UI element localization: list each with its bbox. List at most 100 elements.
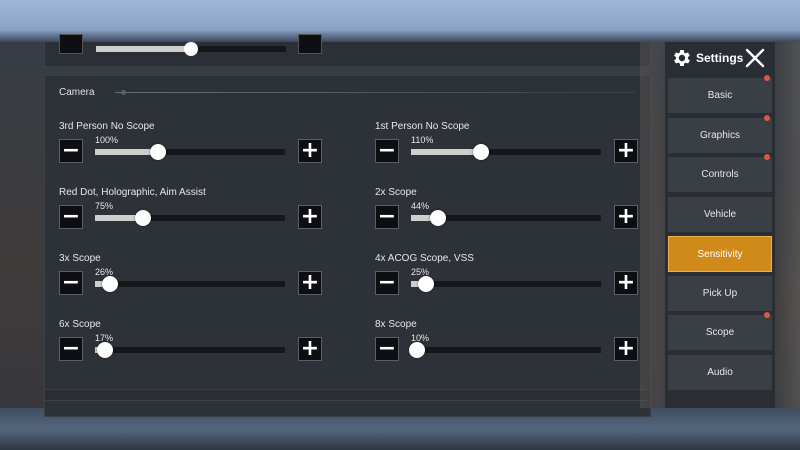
sidebar-item-label: Pick Up — [702, 287, 738, 299]
decrease-button[interactable]: − — [375, 337, 399, 361]
sensitivity-setting: 3rd Person No Scope − 100% + — [59, 121, 325, 177]
setting-label: 4x ACOG Scope, VSS — [375, 253, 474, 264]
sidebar-item-label: Sensitivity — [697, 248, 743, 260]
slider-track[interactable] — [408, 342, 601, 358]
notification-dot — [764, 114, 770, 121]
decrease-button[interactable]: − — [59, 271, 83, 295]
decrease-button[interactable]: − — [375, 271, 399, 295]
increase-button[interactable]: + — [298, 271, 322, 295]
increase-button[interactable]: + — [614, 271, 638, 295]
slider-thumb[interactable] — [96, 342, 113, 358]
increase-button[interactable]: + — [614, 337, 638, 361]
sidebar-item-graphics[interactable]: Graphics — [668, 114, 772, 154]
previous-slider-track[interactable] — [96, 42, 286, 56]
previous-plus-button[interactable] — [298, 34, 322, 54]
setting-value: 100% — [95, 135, 119, 145]
section-divider — [115, 92, 635, 93]
sidebar-item-label: Controls — [701, 169, 739, 180]
minus-icon: − — [61, 336, 81, 361]
previous-minus-button[interactable] — [59, 34, 83, 54]
previous-slider-fill — [96, 46, 191, 52]
plus-icon: + — [616, 138, 636, 163]
sidebar-item-label: Basic — [707, 90, 733, 101]
previous-slider-thumb[interactable] — [184, 42, 198, 56]
setting-label: 3x Scope — [59, 253, 101, 264]
sidebar-item-label: Vehicle — [703, 208, 737, 220]
slider-track[interactable] — [95, 342, 285, 358]
settings-content-panel: Camera 3rd Person No Scope − 100% +1st Pers… — [0, 34, 665, 417]
setting-label: 3rd Person No Scope — [59, 121, 155, 132]
camera-section: Camera 3rd Person No Scope − 100% +1st Pers… — [44, 75, 651, 417]
minus-icon: − — [61, 270, 81, 295]
slider-track[interactable] — [411, 210, 601, 226]
sensitivity-setting: Red Dot, Holographic, Aim Assist − 75% + — [59, 187, 325, 243]
sidebar-item-label: Graphics — [699, 129, 740, 141]
slider-thumb[interactable] — [408, 342, 425, 358]
minus-icon: − — [377, 204, 397, 229]
decrease-button[interactable]: − — [375, 139, 399, 163]
plus-icon: + — [300, 204, 320, 229]
previous-setting-card — [44, 34, 651, 67]
close-icon[interactable] — [745, 48, 765, 68]
increase-button[interactable]: + — [298, 139, 322, 163]
decrease-button[interactable]: − — [59, 337, 83, 361]
slider-thumb[interactable] — [102, 276, 119, 292]
slider-thumb[interactable] — [418, 276, 435, 292]
sensitivity-setting: 3x Scope −26% + — [59, 253, 325, 309]
slider-track[interactable] — [95, 210, 285, 226]
slider-thumb[interactable] — [429, 210, 446, 226]
right-edge-background — [775, 42, 800, 408]
settings-title: Settings — [696, 51, 744, 65]
slider-thumb[interactable] — [149, 144, 166, 160]
gear-icon — [674, 50, 690, 66]
plus-icon: + — [616, 336, 636, 361]
settings-sidebar: Settings Basic Graphics Controls Vehicle Sen… — [665, 42, 775, 408]
minus-icon: − — [377, 138, 397, 163]
next-setting-card — [44, 389, 651, 401]
minus-icon: − — [377, 270, 397, 295]
slider-thumb[interactable] — [473, 144, 490, 160]
section-divider-dot — [121, 90, 126, 95]
sidebar-item-sensitivity[interactable]: Sensitivity — [668, 236, 772, 272]
slider-thumb[interactable] — [134, 210, 151, 226]
slider-track[interactable] — [95, 144, 285, 160]
setting-label: Red Dot, Holographic, Aim Assist — [59, 187, 206, 198]
sensitivity-setting: 6x Scope −17% + — [59, 319, 325, 375]
increase-button[interactable]: + — [614, 205, 638, 229]
setting-value: 110% — [411, 135, 434, 145]
increase-button[interactable]: + — [298, 205, 322, 229]
plus-icon: + — [616, 204, 636, 229]
plus-icon: + — [300, 270, 320, 295]
setting-label: 1st Person No Scope — [375, 121, 470, 132]
sidebar-item-scope[interactable]: Scope — [668, 312, 772, 351]
increase-button[interactable]: + — [614, 139, 638, 163]
setting-label: 8x Scope — [375, 319, 417, 330]
notification-dot — [764, 154, 770, 160]
sensitivity-setting: 8x Scope −10% + — [375, 319, 641, 375]
sidebar-item-pick-up[interactable]: Pick Up — [668, 275, 772, 312]
plus-icon: + — [616, 270, 636, 295]
decrease-button[interactable]: − — [375, 205, 399, 229]
slider-track[interactable] — [411, 144, 601, 160]
sensitivity-setting: 2x Scope − 44% + — [375, 187, 641, 243]
setting-label: 2x Scope — [375, 187, 417, 198]
decrease-button[interactable]: − — [59, 139, 83, 163]
game-background-top — [0, 0, 800, 42]
slider-track[interactable] — [95, 276, 285, 292]
sidebar-item-controls[interactable]: Controls — [668, 154, 772, 193]
sensitivity-setting: 1st Person No Scope − 110% + — [375, 121, 641, 177]
slider-track[interactable] — [411, 276, 601, 292]
sensitivity-setting: 4x ACOG Scope, VSS −25% + — [375, 253, 641, 309]
notification-dot — [764, 75, 770, 81]
sidebar-item-audio[interactable]: Audio — [668, 354, 772, 391]
sidebar-item-label: Audio — [707, 366, 733, 378]
minus-icon: − — [61, 138, 81, 163]
sidebar-item-vehicle[interactable]: Vehicle — [668, 196, 772, 233]
decrease-button[interactable]: − — [59, 205, 83, 229]
minus-icon: − — [377, 336, 397, 361]
slider-fill — [95, 149, 158, 155]
notification-dot — [764, 312, 770, 318]
increase-button[interactable]: + — [298, 337, 322, 361]
sidebar-item-label: Scope — [705, 327, 735, 338]
sidebar-item-basic[interactable]: Basic — [668, 75, 772, 114]
